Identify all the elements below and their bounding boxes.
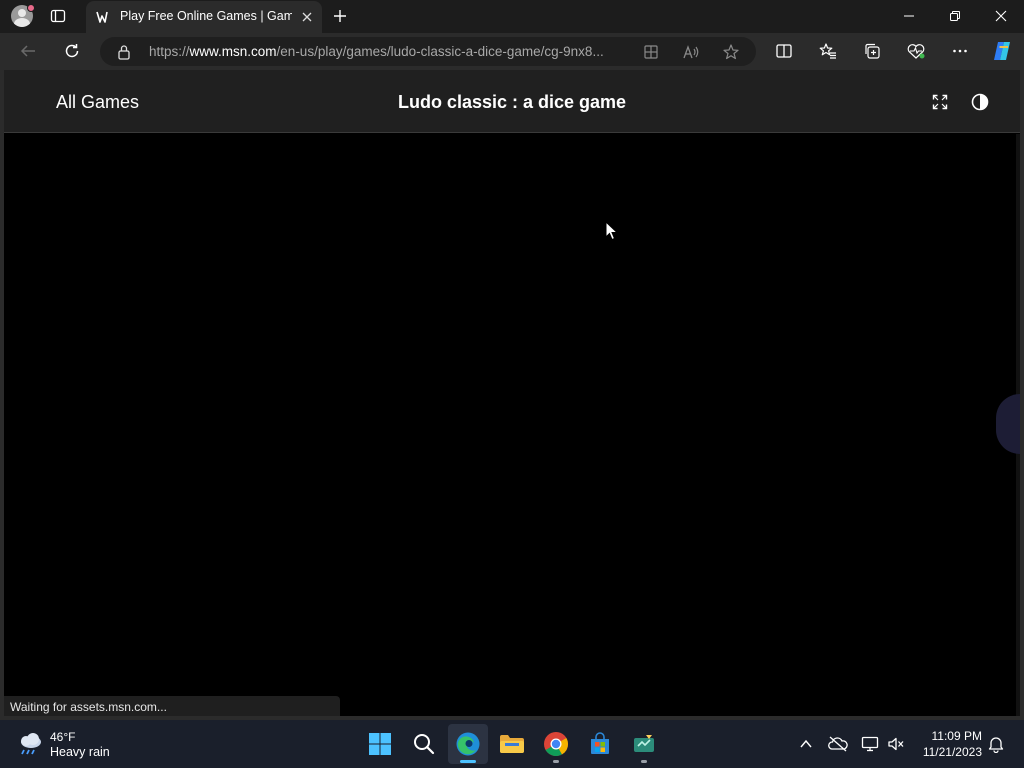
active-app-indicator (460, 760, 476, 763)
search-icon (414, 734, 435, 755)
profile-avatar-button[interactable] (10, 4, 35, 27)
taskbar-screen-tool[interactable] (624, 724, 664, 764)
app-available-icon[interactable] (642, 43, 660, 61)
url-text[interactable]: https://www.msn.com/en-us/play/games/lud… (149, 44, 631, 59)
store-icon (591, 732, 609, 754)
system-clock[interactable]: 11:09 PM 11/21/2023 (906, 728, 982, 760)
mouse-cursor-icon (605, 220, 619, 241)
collections-icon[interactable] (862, 41, 882, 61)
favorites-icon[interactable] (818, 41, 838, 61)
taskbar-edge[interactable] (448, 724, 488, 764)
game-title: Ludo classic : a dice game (397, 92, 627, 112)
taskbar-file-explorer[interactable] (492, 724, 532, 764)
navigation-toolbar: https://www.msn.com/en-us/play/games/lud… (0, 33, 1024, 70)
weather-temperature: 46°F (50, 730, 76, 744)
more-options-icon[interactable] (950, 41, 970, 61)
rain-cloud-icon (16, 732, 44, 756)
clock-date: 11/21/2023 (922, 745, 982, 759)
games-favicon-icon (94, 9, 110, 25)
running-app-indicator (553, 760, 559, 763)
restore-icon[interactable] (932, 0, 978, 32)
minimize-icon[interactable] (886, 0, 932, 32)
volume-muted-icon[interactable] (886, 734, 906, 754)
windows-logo-icon (369, 733, 391, 755)
tab-strip: Play Free Online Games | Games (0, 0, 1024, 33)
weather-condition: Heavy rain (50, 745, 110, 759)
refresh-icon[interactable] (62, 41, 82, 61)
taskbar-chrome[interactable] (536, 724, 576, 764)
notifications-bell-icon[interactable] (986, 734, 1006, 754)
new-tab-icon[interactable] (332, 8, 348, 24)
network-icon[interactable] (860, 734, 880, 754)
onedrive-offline-icon[interactable] (828, 734, 848, 754)
start-button[interactable] (360, 724, 400, 764)
fullscreen-icon[interactable] (930, 92, 950, 112)
copilot-icon[interactable] (990, 39, 1014, 63)
url-domain: www.msn.com (189, 44, 277, 59)
clock-time: 11:09 PM (931, 729, 982, 743)
tab-title: Play Free Online Games | Games (120, 9, 292, 23)
favorite-star-icon[interactable] (722, 43, 740, 61)
tab-active[interactable]: Play Free Online Games | Games (86, 1, 322, 33)
url-prefix: https:// (149, 44, 190, 59)
read-aloud-icon[interactable] (682, 43, 700, 61)
taskbar-microsoft-store[interactable] (580, 724, 620, 764)
tab-close-icon[interactable] (300, 10, 314, 24)
game-header: All Games Ludo classic : a dice game (4, 70, 1020, 133)
page-viewport: All Games Ludo classic : a dice game Wai… (4, 70, 1020, 718)
back-arrow-icon[interactable] (18, 41, 38, 61)
window-frame-right (1020, 70, 1024, 718)
weather-widget[interactable]: 46°F Heavy rain (16, 728, 156, 760)
split-screen-icon[interactable] (774, 41, 794, 61)
url-path: /en-us/play/games/ludo-classic-a-dice-ga… (276, 44, 604, 59)
edge-browser-icon (456, 732, 480, 756)
close-window-icon[interactable] (978, 0, 1024, 32)
theme-toggle-icon[interactable] (970, 92, 990, 112)
game-canvas[interactable] (4, 134, 1016, 718)
profile-notification-dot (27, 4, 35, 12)
taskbar-search-button[interactable] (404, 724, 444, 764)
status-bar: Waiting for assets.msn.com... (4, 696, 340, 718)
folder-icon (500, 735, 524, 753)
lock-icon[interactable] (117, 44, 131, 60)
tab-actions-icon[interactable] (50, 8, 66, 24)
browser-essentials-icon[interactable] (906, 41, 926, 61)
show-hidden-icons-chevron-up-icon[interactable] (796, 734, 816, 754)
running-app-indicator (641, 760, 647, 763)
chrome-icon (544, 732, 568, 757)
taskbar: 46°F Heavy rain 11:09 PM 11/21/2023 (0, 720, 1024, 768)
screen-tool-icon (634, 735, 654, 752)
address-bar[interactable]: https://www.msn.com/en-us/play/games/lud… (100, 37, 756, 66)
